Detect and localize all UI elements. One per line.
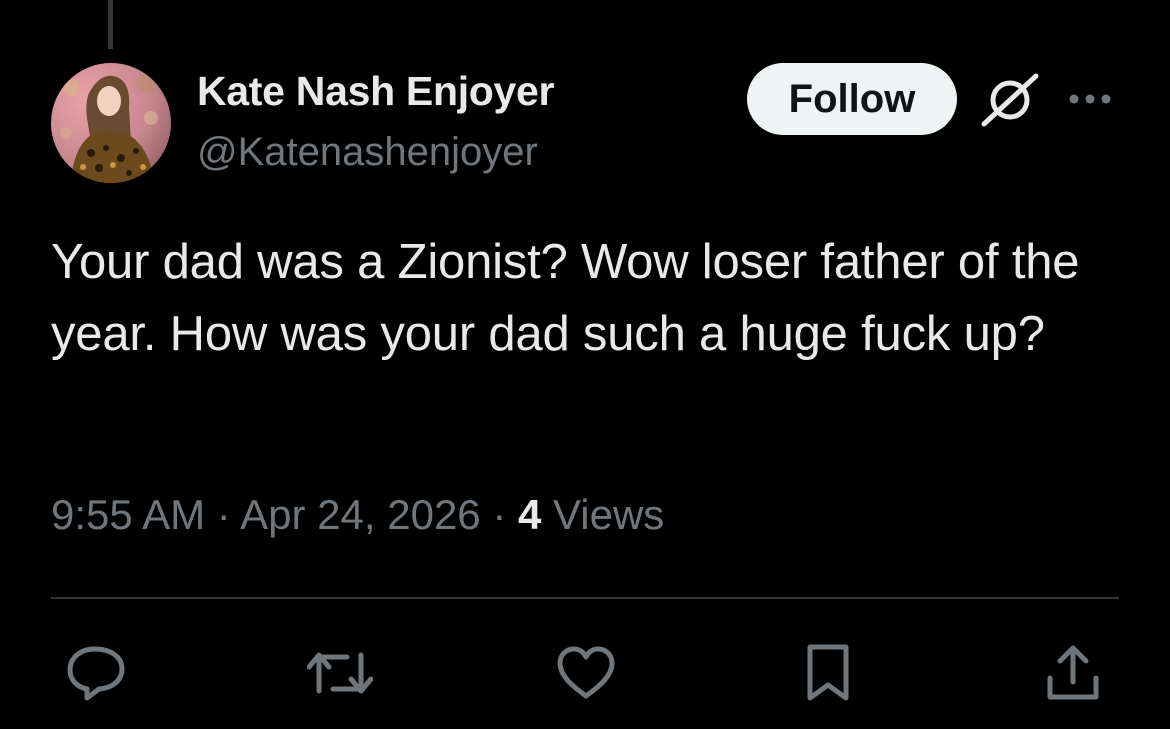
- grok-icon[interactable]: [980, 72, 1040, 128]
- thread-connector-line: [108, 0, 113, 49]
- views-label[interactable]: Views: [553, 491, 664, 538]
- like-button[interactable]: [553, 640, 619, 706]
- share-button[interactable]: [1040, 640, 1106, 706]
- tweet-metadata: 9:55 AM · Apr 24, 2026 · 4 Views: [51, 491, 664, 539]
- share-icon: [1047, 645, 1099, 700]
- repost-button[interactable]: [307, 640, 373, 706]
- author-handle[interactable]: @Katenashenjoyer: [197, 130, 538, 175]
- tweet-text: Your dad was a Zionist? Wow loser father…: [51, 235, 1080, 361]
- follow-button[interactable]: Follow: [747, 63, 957, 135]
- divider: [51, 597, 1119, 599]
- meta-separator: ·: [216, 491, 231, 538]
- reply-button[interactable]: [63, 640, 129, 706]
- tweet-date[interactable]: Apr 24, 2026: [240, 491, 481, 538]
- bookmark-button[interactable]: [795, 640, 861, 706]
- author-display-name[interactable]: Kate Nash Enjoyer: [197, 68, 555, 115]
- tweet-time[interactable]: 9:55 AM: [51, 491, 205, 538]
- avatar-photo: [51, 63, 171, 183]
- reply-icon: [67, 646, 125, 701]
- heart-icon: [557, 646, 615, 699]
- repost-icon: [307, 652, 373, 694]
- meta-separator: ·: [492, 491, 507, 538]
- avatar[interactable]: [51, 63, 171, 183]
- more-icon[interactable]: [1068, 90, 1112, 108]
- bookmark-icon: [807, 644, 849, 701]
- views-count[interactable]: 4: [518, 491, 541, 538]
